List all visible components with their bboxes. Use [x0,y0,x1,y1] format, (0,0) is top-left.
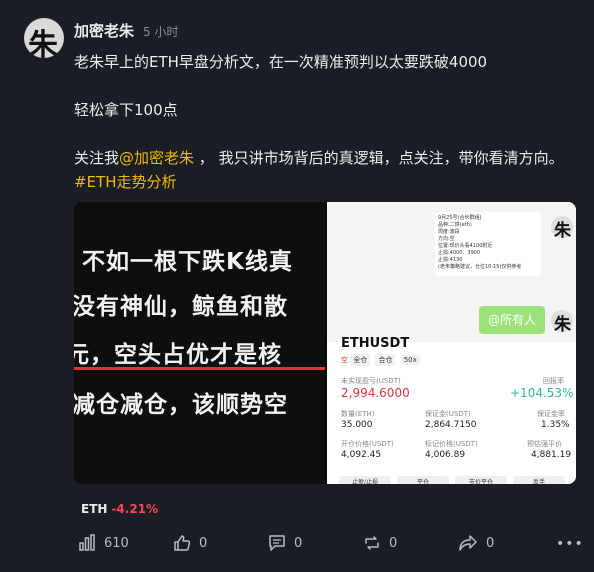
views-icon [79,534,95,551]
thumbs-up-icon [174,535,191,551]
trade-screenshot: ETHUSDT 空 全仓 合仓 50x 未实现盈亏(USDT) 回报率 2,99… [327,336,576,484]
mark-value: 4,006.89 [425,450,466,460]
chat-screenshot: 9月25号(合伙群组) 品种:二饼(eth) 周度:波段 方向:空 位置:现价头… [327,202,576,342]
trade-button: 反手 [513,476,565,484]
image1-text-line: 不如一根下跌K线真 [82,249,293,275]
trade-mode: 全仓 [350,354,371,366]
trade-leverage: 50x [400,355,420,365]
media-gallery[interactable]: 不如一根下跌K线真 没有神仙，鲸鱼和散 元，空头占优才是核 减仓减仓，该顺势空 … [74,202,576,484]
coin-change: -4.21% [111,502,159,516]
post-line-2: 轻松拿下100点 [74,101,178,119]
share-count: 0 [486,535,495,551]
author-name[interactable]: 加密老朱 [74,20,134,41]
like-button[interactable]: 0 [173,530,207,556]
unrealized-label: 未实现盈亏(USDT) [341,377,401,385]
mention-link[interactable]: @加密老朱 [119,149,194,167]
coin-symbol: ETH [81,502,108,516]
follow-text-2: ， 我只讲市场背后的真逻辑，点关注，带你看清方向。 [194,149,564,167]
signal-line: 止损:4000、3900 [438,250,481,256]
liq-label: 预估强平价 [527,440,562,448]
signal-line: 止损:4130 [438,257,463,263]
roi-label: 回报率 [543,377,564,385]
hashtag-link[interactable]: #ETH走势分析 [74,173,177,191]
entry-value: 4,092.45 [341,450,382,460]
comment-count: 0 [294,535,303,551]
margin-ratio-value: 1.35% [541,420,570,430]
image1-text-line: 元，空头占优才是核 [74,342,282,368]
qty-value: 35.000 [341,420,373,430]
coin-tag[interactable]: ETH -4.21% [81,502,158,516]
chat-bubble-reply: @所有人 [479,306,545,334]
chat-avatar-glyph: 朱 [554,221,571,241]
margin-label: 保证金(USDT) [425,410,471,418]
signal-line: 位置:现价头看4100附近 [438,243,493,249]
chat-avatar-glyph: 朱 [554,315,571,335]
comment-button[interactable]: 0 [268,530,302,556]
signal-line: 9月25号(合伙群组) [438,215,482,221]
chat-bubble-signal: 9月25号(合伙群组) 品种:二饼(eth) 周度:波段 方向:空 位置:现价头… [435,212,541,276]
post-line-1: 老朱早上的ETH早盘分析文，在一次精准预判以太要跌破4000 [74,53,488,71]
comment-icon [269,535,285,551]
signal-line: 方向:空 [438,236,455,242]
margin-ratio-label: 保证金率 [537,410,565,418]
trade-badges: 空 全仓 合仓 50x [341,354,423,366]
trade-side: 空 [341,356,348,364]
post-time: 5 小时 [143,25,179,39]
author-avatar[interactable]: 朱 [24,18,64,58]
repost-icon [365,536,379,550]
image1-text-line: 减仓减仓，该顺势空 [74,392,288,418]
signal-line: 品种:二饼(eth) [438,222,472,228]
views-button[interactable]: 610 [78,530,129,556]
share-button[interactable]: 0 [458,530,494,556]
trade-symbol: ETHUSDT [341,336,410,351]
trade-button: 市价平仓 [455,476,507,484]
signal-line: (老朱策略建议，仓位10-15)仅供参考 [438,264,522,270]
repost-count: 0 [389,535,398,551]
more-options-icon[interactable]: ••• [556,536,584,552]
share-icon [459,535,477,551]
post-line-3: 关注我@加密老朱 ， 我只讲市场背后的真逻辑，点关注，带你看清方向。 #ETH走势… [74,146,564,194]
post-card: 朱 加密老朱 5 小时 老朱早上的ETH早盘分析文，在一次精准预判以太要跌破40… [0,0,594,572]
repost-button[interactable]: 0 [363,530,397,556]
entry-label: 开仓价格(USDT) [341,440,394,448]
views-count: 610 [104,535,129,551]
mark-label: 标记价格(USDT) [425,440,478,448]
trade-button: 平仓 [397,476,449,484]
avatar-glyph: 朱 [28,28,58,58]
media-image-2[interactable]: 9月25号(合伙群组) 品种:二饼(eth) 周度:波段 方向:空 位置:现价头… [327,202,576,484]
qty-label: 数量(ETH) [341,410,375,418]
signal-line: 周度:波段 [438,229,460,235]
image1-red-bar [74,367,325,370]
liq-value: 4,881.19 [531,450,572,460]
trade-button: 止盈/止损 [339,476,391,484]
action-bar: 610 0 0 0 0 ••• [0,530,594,556]
like-count: 0 [199,535,208,551]
trade-mode: 合仓 [375,354,396,366]
unrealized-value: 2,994.6000 [341,386,410,400]
follow-text: 关注我 [74,149,120,167]
media-image-1[interactable]: 不如一根下跌K线真 没有神仙，鲸鱼和散 元，空头占优才是核 减仓减仓，该顺势空 [74,202,325,484]
margin-value: 2,864.7150 [425,420,477,430]
image1-text-line: 没有神仙，鲸鱼和散 [74,294,288,320]
roi-value: +104.53% [510,386,574,400]
chat-avatar: 朱 [551,310,573,335]
chat-avatar: 朱 [551,216,573,241]
